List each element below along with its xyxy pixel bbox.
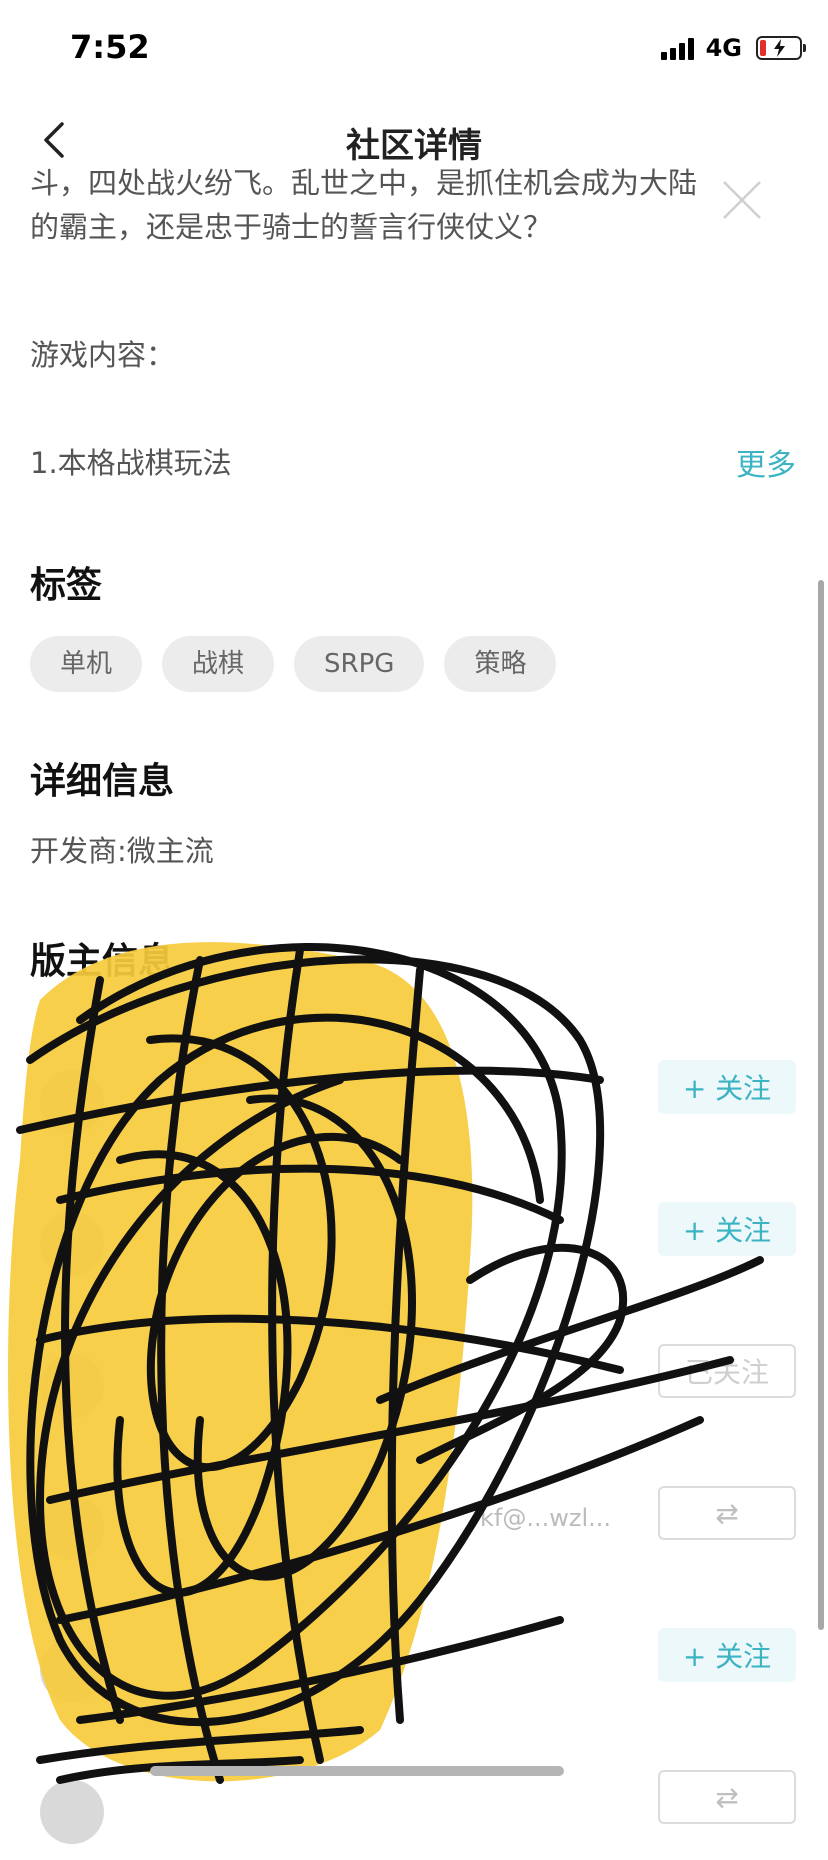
- moderators-heading: 版主信息: [30, 941, 175, 982]
- avatar[interactable]: [40, 1638, 104, 1702]
- list-item[interactable]: kf@...wzl... ⇄: [0, 1476, 828, 1576]
- tags-heading: 标签: [30, 565, 103, 606]
- battery-icon: [756, 36, 806, 60]
- close-icon[interactable]: [720, 178, 764, 222]
- avatar[interactable]: [40, 1496, 104, 1560]
- list-item[interactable]: 已关注: [0, 1334, 828, 1434]
- home-indicator[interactable]: [150, 1766, 564, 1776]
- charging-bolt-icon: [774, 39, 785, 57]
- follow-button[interactable]: + 关注: [658, 1202, 796, 1256]
- game-description: 斗，四处战火纷飞。乱世之中，是抓住机会成为大陆 的霸主，还是忠于骑士的誓言行侠仗…: [30, 166, 790, 255]
- avatar[interactable]: [40, 1070, 104, 1134]
- description-line-1: 斗，四处战火纷飞。乱世之中，是抓住机会成为大陆: [30, 166, 698, 200]
- avatar[interactable]: [40, 1780, 104, 1844]
- tag-chip[interactable]: 战棋: [162, 636, 275, 692]
- description-line-2: 的霸主，还是忠于骑士的誓言行侠仗义？: [30, 210, 553, 244]
- follow-button[interactable]: + 关注: [658, 1628, 796, 1682]
- network-type: 4G: [705, 34, 742, 62]
- avatar[interactable]: [40, 1354, 104, 1418]
- developer-info: 开发商:微主流: [30, 834, 214, 868]
- list-item[interactable]: + 关注: [0, 1618, 828, 1718]
- status-bar: 7:52 4G: [0, 0, 828, 100]
- tag-chip[interactable]: 策略: [444, 636, 557, 692]
- moderator-subtitle: kf@...wzl...: [480, 1504, 612, 1532]
- game-content-item: 1.本格战棋玩法: [30, 446, 232, 480]
- more-link[interactable]: 更多: [736, 440, 796, 484]
- cellular-signal-icon: [660, 36, 694, 60]
- tag-chip[interactable]: 单机: [30, 636, 143, 692]
- status-time: 7:52: [70, 28, 150, 66]
- follow-button[interactable]: + 关注: [658, 1060, 796, 1114]
- mutual-follow-button[interactable]: ⇄: [658, 1486, 796, 1540]
- list-item[interactable]: + 关注: [0, 1050, 828, 1150]
- list-item[interactable]: + 关注: [0, 1192, 828, 1292]
- game-content-label: 游戏内容：: [30, 338, 176, 372]
- details-heading: 详细信息: [30, 761, 175, 802]
- scrollbar[interactable]: [818, 580, 824, 1630]
- status-indicators: 4G: [660, 34, 806, 62]
- tag-chip[interactable]: SRPG: [294, 636, 425, 692]
- mutual-follow-button[interactable]: ⇄: [658, 1770, 796, 1824]
- avatar[interactable]: [40, 1212, 104, 1276]
- battery-level: [760, 40, 766, 56]
- tag-list: 单机 战棋 SRPG 策略: [30, 636, 557, 692]
- followed-button[interactable]: 已关注: [658, 1344, 796, 1398]
